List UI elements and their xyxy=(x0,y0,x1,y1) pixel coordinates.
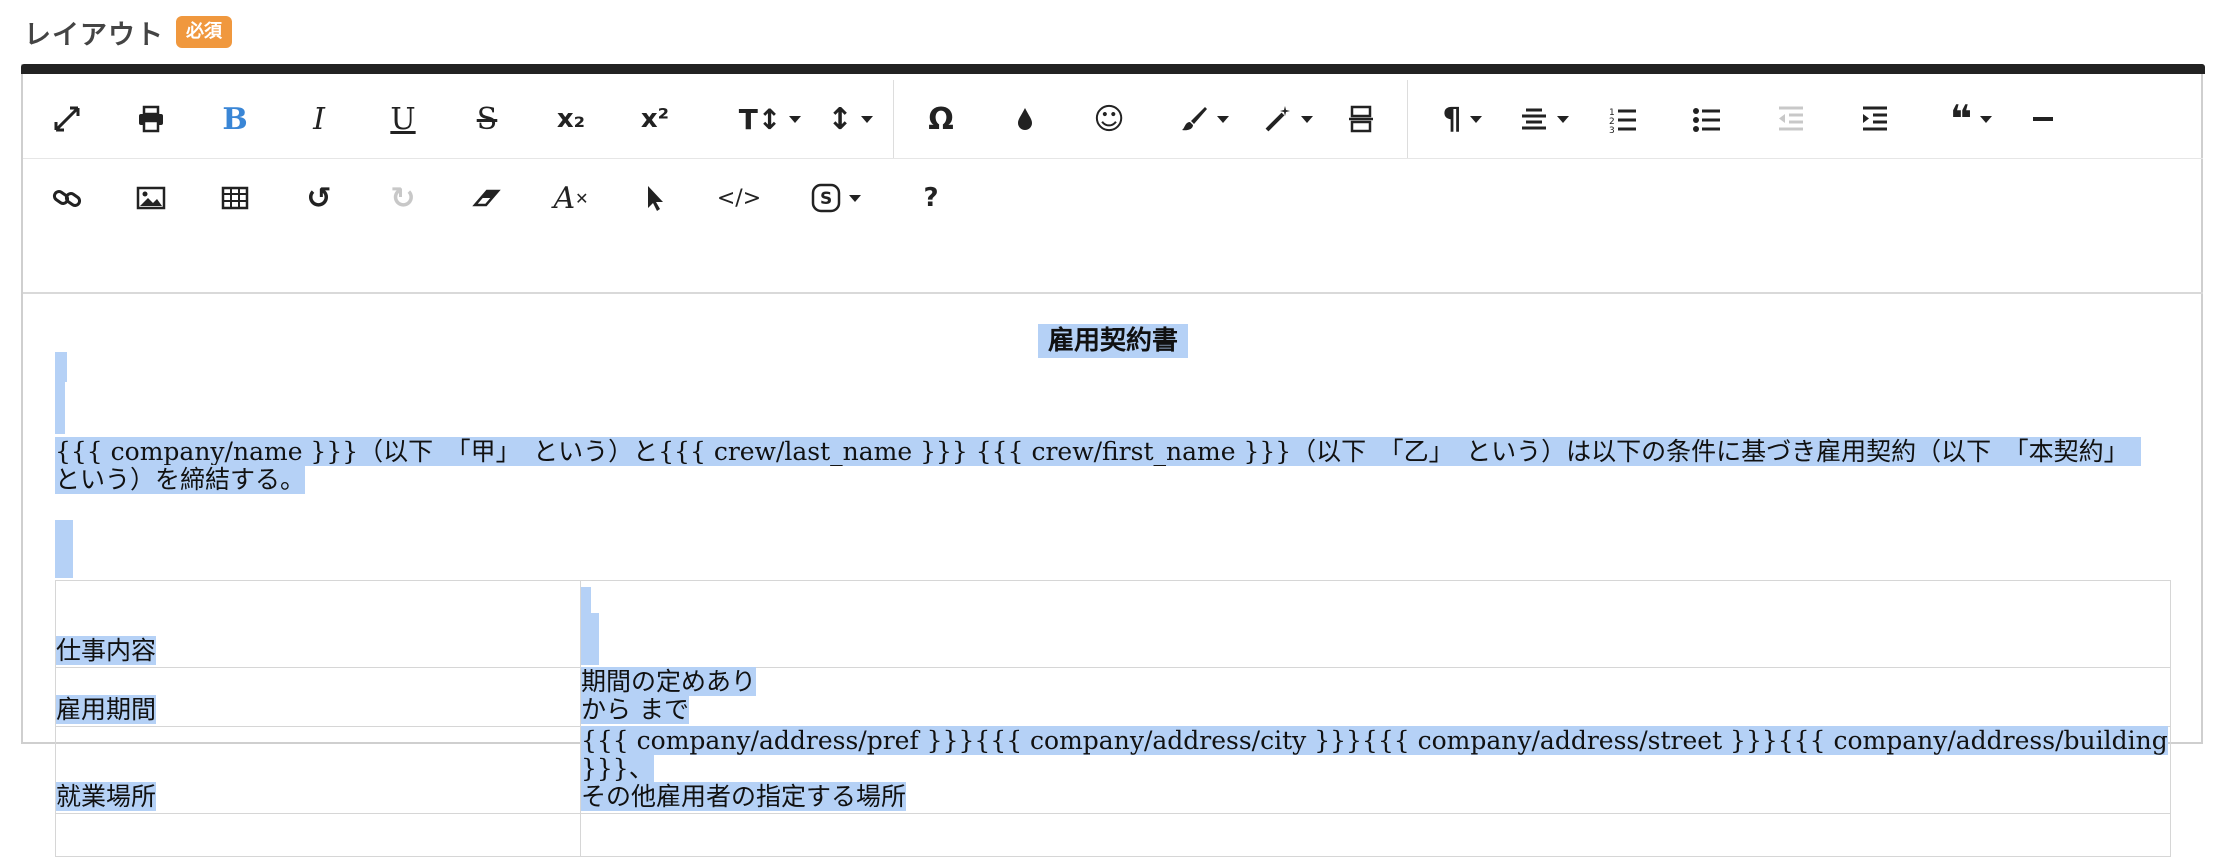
redo-icon[interactable]: ↻ xyxy=(373,159,433,237)
quote-icon[interactable]: ❝ xyxy=(1933,80,2009,158)
table-cell-label: 雇用期間 xyxy=(55,667,581,727)
empty-line-selection xyxy=(55,408,65,434)
document-title-text: 雇用契約書 xyxy=(1037,324,1188,358)
svg-text:3: 3 xyxy=(1609,126,1615,134)
subscript-icon[interactable]: x₂ xyxy=(541,80,601,158)
table-row: 仕事内容 xyxy=(55,580,2171,668)
contract-intro-paragraph: {{{ company/name }}}（以下 「甲」 という）と{{{ cre… xyxy=(55,437,2155,494)
section-header: レイアウト 必須 xyxy=(24,12,232,52)
bold-icon[interactable]: B xyxy=(205,80,265,158)
table-row: 雇用期間 期間の定めあり から まで xyxy=(55,667,2171,727)
empty-line-selection xyxy=(55,380,65,410)
select-pointer-icon[interactable] xyxy=(625,159,685,237)
editor-content[interactable]: 雇用契約書 {{{ company/name }}}（以下 「甲」 という）と{… xyxy=(23,294,2203,857)
toolbar-separator xyxy=(893,80,894,158)
italic-icon[interactable]: I xyxy=(289,80,349,158)
toolbar-separator xyxy=(1407,80,1408,158)
paragraph-text: {{{ company/name }}}（以下 「甲」 という）と{{{ cre… xyxy=(55,437,2142,494)
toolbar-row-2: ↺ ↻ A ✕ </> S ? xyxy=(23,159,2203,237)
table-cell-value xyxy=(580,580,2171,668)
empty-line-selection xyxy=(55,520,73,550)
link-icon[interactable] xyxy=(37,159,97,237)
empty-line-selection xyxy=(55,548,73,578)
strikethrough-icon[interactable]: S xyxy=(457,80,517,158)
paint-brush-icon[interactable] xyxy=(1169,80,1239,158)
help-icon[interactable]: ? xyxy=(901,159,961,237)
underline-icon[interactable]: U xyxy=(373,80,433,158)
table-cell-value: {{{ company/address/pref }}}{{{ company/… xyxy=(580,726,2171,814)
contract-terms-table: 仕事内容 雇用期間 期間の定めあり から まで 就業場所 {{{ company… xyxy=(55,580,2171,857)
page-break-icon[interactable] xyxy=(1331,80,1391,158)
table-cell-value: 期間の定めあり から まで xyxy=(580,667,2171,727)
superscript-icon[interactable]: x² xyxy=(625,80,685,158)
toolbar-row-1: B I U S x₂ x² T↕ ↕ Ω ☺ ¶ 1 2 3 ❝ xyxy=(23,80,2203,159)
table-row: 就業場所 {{{ company/address/pref }}}{{{ com… xyxy=(55,726,2171,814)
table-row xyxy=(55,813,2171,857)
empty-line-selection xyxy=(55,352,67,382)
unordered-list-icon[interactable] xyxy=(1677,80,1737,158)
clear-format-icon[interactable]: A ✕ xyxy=(541,159,601,237)
table-icon[interactable] xyxy=(205,159,265,237)
align-icon[interactable] xyxy=(1509,80,1579,158)
special-char-icon[interactable]: Ω xyxy=(911,80,971,158)
required-badge: 必須 xyxy=(176,16,232,48)
horizontal-line-icon[interactable] xyxy=(2013,80,2073,158)
print-icon[interactable] xyxy=(121,80,181,158)
symbol-icon[interactable]: S xyxy=(801,159,871,237)
magic-wand-icon[interactable] xyxy=(1253,80,1323,158)
outdent-icon[interactable] xyxy=(1761,80,1821,158)
eraser-icon[interactable] xyxy=(457,159,517,237)
ordered-list-icon[interactable]: 123 xyxy=(1593,80,1653,158)
editor-top-bar xyxy=(21,64,2205,74)
code-view-icon[interactable]: </> xyxy=(709,159,769,237)
line-height-icon[interactable]: ↕ xyxy=(815,80,885,158)
editor-toolbar: B I U S x₂ x² T↕ ↕ Ω ☺ ¶ 1 2 3 ❝ ↺ ↻ A ✕… xyxy=(23,74,2203,294)
table-cell-label: 就業場所 xyxy=(55,726,581,814)
emoji-icon[interactable]: ☺ xyxy=(1079,80,1139,158)
document-title: 雇用契約書 xyxy=(23,320,2203,358)
indent-icon[interactable] xyxy=(1845,80,1905,158)
paragraph-format-icon[interactable]: ¶ xyxy=(1427,80,1497,158)
text-color-icon[interactable] xyxy=(995,80,1055,158)
image-icon[interactable] xyxy=(121,159,181,237)
rich-text-editor: B I U S x₂ x² T↕ ↕ Ω ☺ ¶ 1 2 3 ❝ ↺ ↻ A ✕… xyxy=(21,64,2205,857)
section-title: レイアウト xyxy=(24,19,164,51)
undo-icon[interactable]: ↺ xyxy=(289,159,349,237)
svg-text:S: S xyxy=(820,189,832,209)
font-size-icon[interactable]: T↕ xyxy=(735,80,805,158)
table-cell-label: 仕事内容 xyxy=(55,580,581,668)
fullscreen-icon[interactable] xyxy=(37,80,97,158)
